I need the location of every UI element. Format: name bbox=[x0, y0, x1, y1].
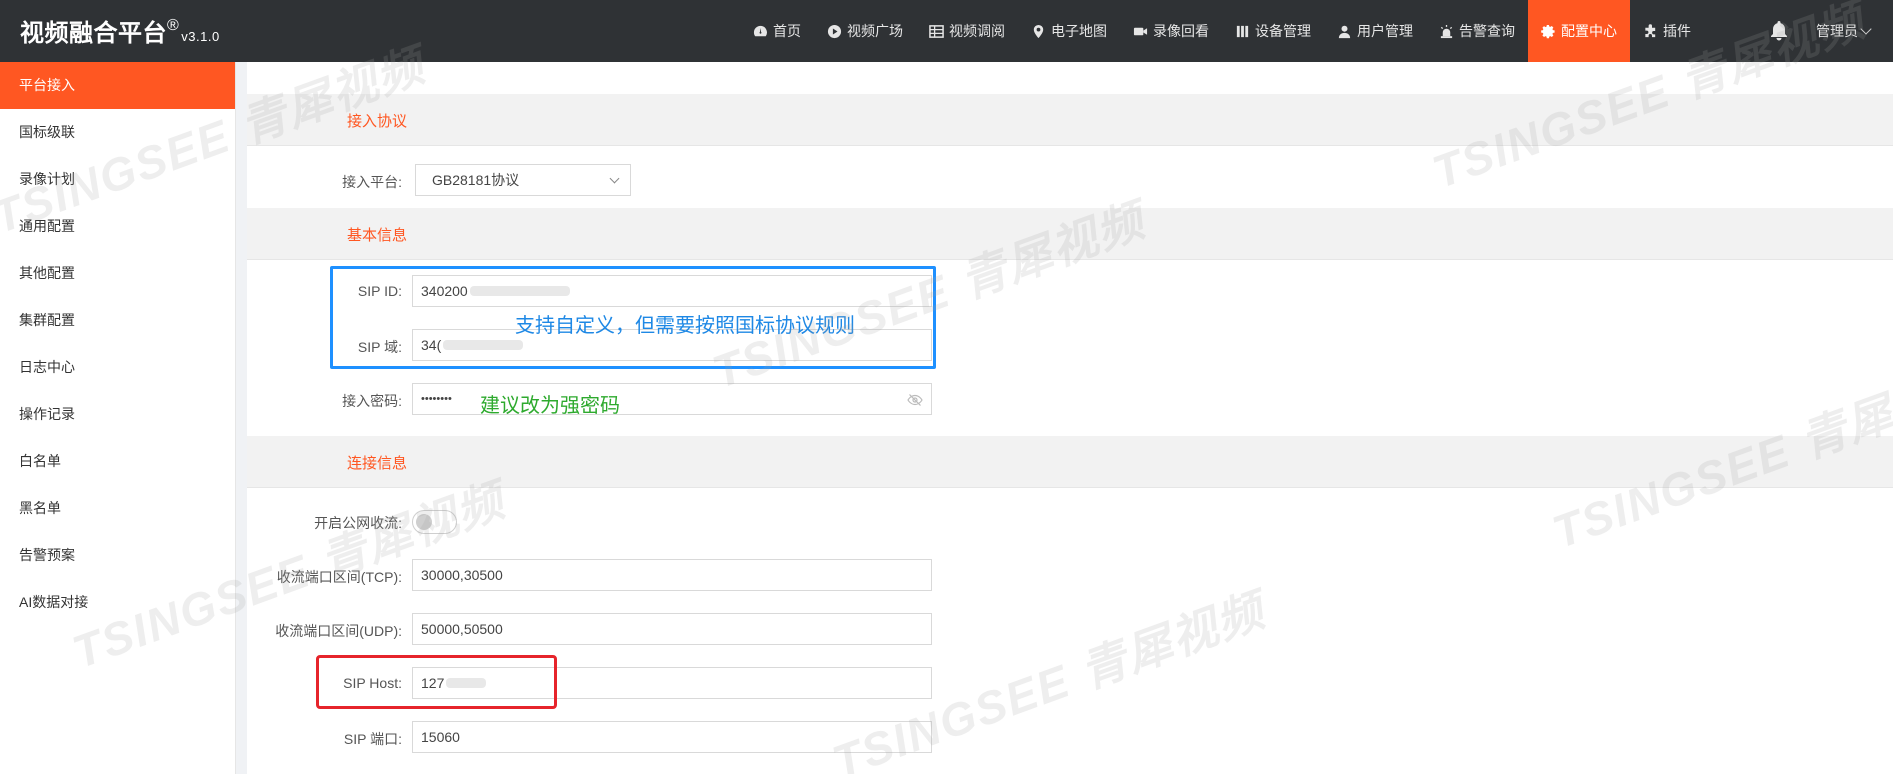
brand-logo: 视频融合平台®v3.1.0 bbox=[20, 13, 220, 48]
nav-e-map-label: 电子地图 bbox=[1051, 23, 1107, 39]
nav-plugins-label: 插件 bbox=[1663, 23, 1691, 39]
udp-port-value: 50000,50500 bbox=[421, 621, 503, 637]
sip-port-input[interactable]: 15060 bbox=[412, 721, 932, 753]
annotation-note-sip: 支持自定义，但需要按照国标协议规则 bbox=[515, 315, 855, 337]
sip-port-label: SIP 端口: bbox=[343, 731, 402, 747]
section-title: 接入协议 bbox=[347, 113, 408, 130]
platform-select[interactable]: GB28181协议 bbox=[415, 164, 631, 196]
nav-config-center[interactable]: 配置中心 bbox=[1528, 0, 1630, 62]
sidebar-item-general-config[interactable]: 通用配置 bbox=[0, 203, 235, 250]
sidebar-item-cluster-config[interactable]: 集群配置 bbox=[0, 297, 235, 344]
platform-label: 接入平台: bbox=[342, 174, 402, 190]
chevron-down-icon bbox=[1860, 23, 1872, 35]
tcp-port-value: 30000,30500 bbox=[421, 567, 503, 583]
section-basic-info: 基本信息 bbox=[247, 208, 1893, 260]
chevron-down-icon bbox=[609, 173, 620, 184]
section-connection-info: 连接信息 bbox=[247, 436, 1893, 488]
nav-user-management[interactable]: 用户管理 bbox=[1324, 0, 1426, 62]
nav-playback-label: 录像回看 bbox=[1153, 23, 1209, 39]
video-camera-icon bbox=[1133, 27, 1148, 35]
sidebar-item-alarm-plan[interactable]: 告警预案 bbox=[0, 532, 235, 579]
bell-icon[interactable] bbox=[1768, 19, 1790, 41]
user-menu[interactable]: 管理员 bbox=[1816, 21, 1872, 41]
tcp-port-label: 收流端口区间(TCP): bbox=[276, 569, 402, 585]
nav-alarm-query[interactable]: 告警查询 bbox=[1426, 0, 1528, 62]
tcp-port-range-input[interactable]: 30000,30500 bbox=[412, 559, 932, 591]
sidebar-item-gb-cascade[interactable]: 国标级联 bbox=[0, 109, 235, 156]
nav-video-browse-label: 视频调阅 bbox=[949, 23, 1005, 39]
nav-home[interactable]: 首页 bbox=[740, 0, 814, 62]
sidebar-item-record-plan[interactable]: 录像计划 bbox=[0, 156, 235, 203]
nav-playback[interactable]: 录像回看 bbox=[1120, 0, 1222, 62]
gear-icon bbox=[1541, 24, 1555, 38]
map-pin-icon bbox=[1033, 24, 1044, 38]
sidebar-item-ai-data[interactable]: AI数据对接 bbox=[0, 579, 235, 626]
section-protocol: 接入协议 bbox=[247, 94, 1893, 146]
password-label: 接入密码: bbox=[342, 393, 402, 409]
user-name: 管理员 bbox=[1816, 23, 1858, 39]
alarm-icon bbox=[1440, 24, 1453, 38]
public-stream-label: 开启公网收流: bbox=[314, 515, 402, 531]
annotation-box-sip-host bbox=[316, 655, 557, 709]
nav-e-map[interactable]: 电子地图 bbox=[1018, 0, 1120, 62]
sidebar-item-operation-log[interactable]: 操作记录 bbox=[0, 391, 235, 438]
nav-video-square-label: 视频广场 bbox=[847, 23, 903, 39]
dashboard-icon bbox=[753, 25, 767, 36]
play-icon bbox=[827, 24, 842, 38]
password-value: •••••••• bbox=[421, 393, 452, 405]
sidebar-item-whitelist[interactable]: 白名单 bbox=[0, 438, 235, 485]
sidebar-item-other-config[interactable]: 其他配置 bbox=[0, 250, 235, 297]
version-label: v3.1.0 bbox=[181, 29, 220, 44]
user-icon bbox=[1338, 25, 1351, 38]
nav-video-square[interactable]: 视频广场 bbox=[814, 0, 916, 62]
main-nav: 首页 视频广场 视频调阅 电子地图 录像回看 设备管理 用户管理 告警查询 配置… bbox=[740, 0, 1704, 62]
nav-home-label: 首页 bbox=[773, 23, 801, 39]
nav-video-browse[interactable]: 视频调阅 bbox=[916, 0, 1018, 62]
udp-port-range-input[interactable]: 50000,50500 bbox=[412, 613, 932, 645]
sidebar: 平台接入 国标级联 录像计划 通用配置 其他配置 集群配置 日志中心 操作记录 … bbox=[0, 62, 236, 774]
sidebar-item-blacklist[interactable]: 黑名单 bbox=[0, 485, 235, 532]
nav-config-center-label: 配置中心 bbox=[1561, 23, 1617, 39]
registered-mark: ® bbox=[167, 17, 180, 34]
section-title: 连接信息 bbox=[347, 455, 408, 472]
udp-port-label: 收流端口区间(UDP): bbox=[275, 623, 402, 639]
sidebar-item-log-center[interactable]: 日志中心 bbox=[0, 344, 235, 391]
device-icon bbox=[1236, 25, 1249, 37]
platform-select-value: GB28181协议 bbox=[432, 172, 520, 188]
sip-port-value: 15060 bbox=[421, 729, 460, 745]
grid-icon bbox=[929, 24, 944, 38]
brand-title: 视频融合平台 bbox=[20, 20, 167, 47]
puzzle-icon bbox=[1645, 23, 1656, 37]
section-title: 基本信息 bbox=[347, 227, 408, 244]
eye-off-icon[interactable] bbox=[907, 392, 923, 408]
toggle-knob bbox=[416, 514, 432, 530]
nav-alarm-query-label: 告警查询 bbox=[1459, 23, 1515, 39]
nav-device-management[interactable]: 设备管理 bbox=[1222, 0, 1324, 62]
nav-user-management-label: 用户管理 bbox=[1357, 23, 1413, 39]
top-navbar: 视频融合平台®v3.1.0 首页 视频广场 视频调阅 电子地图 录像回看 设备管… bbox=[0, 0, 1893, 62]
nav-plugins[interactable]: 插件 bbox=[1630, 0, 1704, 62]
public-stream-toggle[interactable] bbox=[412, 510, 457, 534]
sidebar-item-platform-access[interactable]: 平台接入 bbox=[0, 62, 235, 109]
annotation-note-password: 建议改为强密码 bbox=[480, 395, 620, 417]
nav-device-management-label: 设备管理 bbox=[1255, 23, 1311, 39]
